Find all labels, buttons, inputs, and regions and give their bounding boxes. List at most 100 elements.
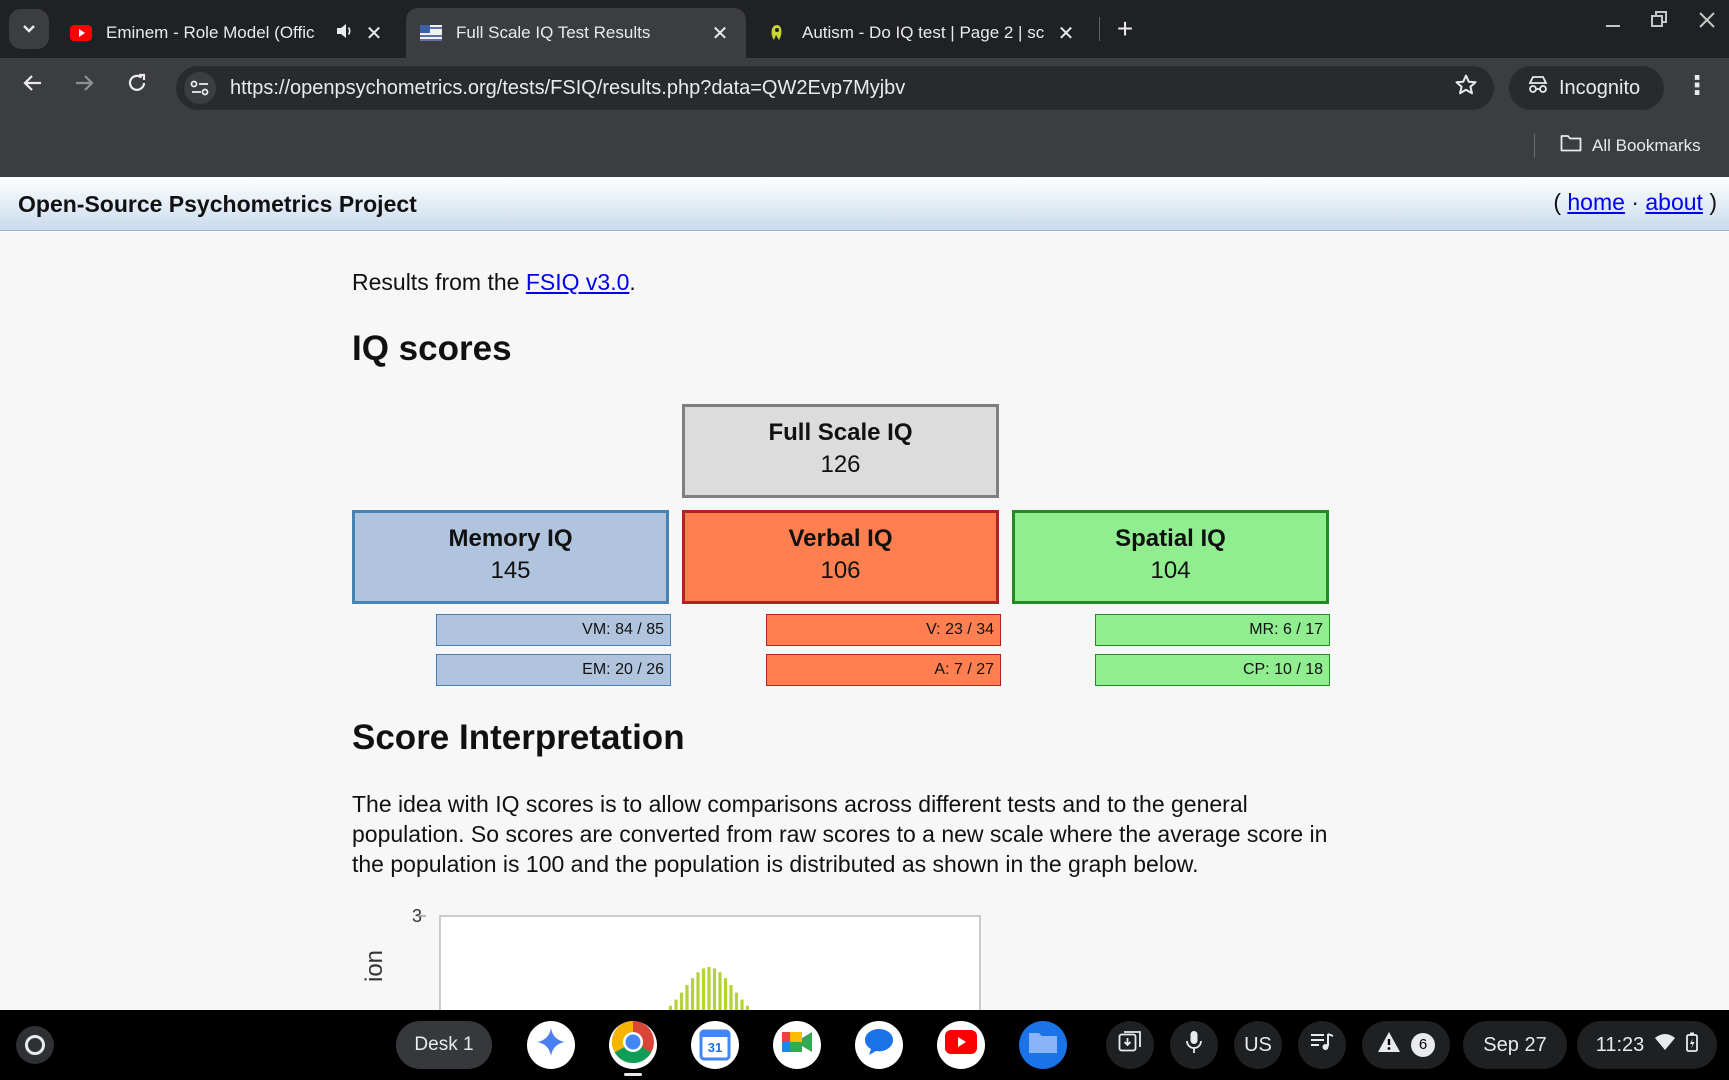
date-button[interactable]: Sep 27 <box>1463 1021 1567 1069</box>
iq-distribution-chart: 3 ion <box>361 906 981 1010</box>
distribution-bar <box>712 968 717 1010</box>
bookmarks-divider <box>1534 134 1535 158</box>
tab-fsiq-results[interactable]: Full Scale IQ Test Results ✕ <box>406 8 746 58</box>
distribution-bar <box>723 978 728 1010</box>
results-intro: Results from the FSIQ v3.0. <box>352 269 636 296</box>
holding-space-icon <box>1118 1031 1142 1059</box>
distribution-bar <box>718 972 722 1010</box>
subscore-em: EM: 20 / 26 <box>436 654 671 686</box>
status-area[interactable]: 11:23 <box>1577 1021 1717 1069</box>
score-name: Full Scale IQ <box>768 419 913 446</box>
intro-suffix: . <box>629 269 636 295</box>
clock-time: 11:23 <box>1595 1033 1645 1056</box>
forum-icon <box>766 22 788 44</box>
launcher-button[interactable] <box>16 1026 54 1064</box>
media-controls-button[interactable] <box>1298 1021 1346 1069</box>
distribution-bar <box>734 992 739 1010</box>
minimize-icon[interactable] <box>1598 10 1628 36</box>
home-link[interactable]: home <box>1567 189 1625 215</box>
subscore-mr: MR: 6 / 17 <box>1095 614 1330 646</box>
full-scale-iq-box: Full Scale IQ 126 <box>682 404 999 498</box>
distribution-bar <box>685 985 689 1010</box>
incognito-button[interactable]: Incognito <box>1509 66 1664 110</box>
paren-close: ) <box>1709 189 1717 215</box>
playlist-music-icon <box>1310 1032 1334 1058</box>
distribution-bar <box>729 985 733 1010</box>
meet-app[interactable] <box>773 1021 821 1069</box>
arrow-right-icon <box>76 75 94 91</box>
youtube-app[interactable] <box>937 1021 985 1069</box>
gemini-icon <box>536 1027 566 1063</box>
folder-icon <box>1560 134 1582 157</box>
fsiq-link[interactable]: FSIQ v3.0 <box>526 269 630 295</box>
url-text[interactable]: https://openpsychometrics.org/tests/FSIQ… <box>230 77 905 100</box>
tab-eminem[interactable]: Eminem - Role Model (Offic ✕ <box>56 8 400 58</box>
gemini-app[interactable] <box>527 1021 575 1069</box>
site-title: Open-Source Psychometrics Project <box>18 191 417 217</box>
distribution-bar <box>696 972 700 1010</box>
site-info-icon[interactable] <box>184 72 216 104</box>
bookmarks-bar: All Bookmarks <box>0 116 1729 177</box>
link-separator: · <box>1631 189 1639 215</box>
screenshot-tray-button[interactable] <box>1106 1021 1154 1069</box>
close-tab-icon[interactable]: ✕ <box>1054 21 1078 46</box>
chrome-app[interactable] <box>609 1021 657 1069</box>
back-button[interactable] <box>17 71 49 103</box>
iq-scores-heading: IQ scores <box>352 329 512 368</box>
tab-autism-forum[interactable]: Autism - Do IQ test | Page 2 | sc ✕ <box>752 8 1092 58</box>
subscore-v: V: 23 / 34 <box>766 614 1001 646</box>
messages-app[interactable] <box>855 1021 903 1069</box>
calendar-app[interactable]: 31 <box>691 1021 739 1069</box>
menu-kebab-icon[interactable]: ⋮ <box>1684 70 1710 101</box>
desk-button[interactable]: Desk 1 <box>396 1021 492 1069</box>
tab-separator <box>1099 17 1100 41</box>
reload-button[interactable] <box>121 71 153 103</box>
distribution-bar <box>740 999 744 1010</box>
all-bookmarks-button[interactable]: All Bookmarks <box>1560 134 1701 157</box>
close-tab-icon[interactable]: ✕ <box>362 21 386 46</box>
score-value: 104 <box>1150 557 1191 584</box>
new-tab-button[interactable]: + <box>1112 13 1138 45</box>
score-name: Spatial IQ <box>1115 525 1226 552</box>
flag-icon <box>420 22 442 44</box>
subscore-vm: VM: 84 / 85 <box>436 614 671 646</box>
distribution-bar <box>674 999 678 1010</box>
notification-count: 6 <box>1411 1033 1435 1057</box>
distribution-bar <box>701 968 706 1010</box>
tab-search-button[interactable] <box>9 9 49 49</box>
address-bar[interactable]: https://openpsychometrics.org/tests/FSIQ… <box>176 66 1494 110</box>
dictation-button[interactable] <box>1170 1021 1218 1069</box>
distribution-bar <box>679 992 684 1010</box>
score-value: 126 <box>820 451 861 478</box>
calendar-icon: 31 <box>699 1029 731 1061</box>
tab-title: Eminem - Role Model (Offic <box>106 23 315 42</box>
close-tab-icon[interactable]: ✕ <box>708 21 732 46</box>
speaker-icon[interactable] <box>336 23 354 44</box>
intro-prefix: Results from the <box>352 269 526 295</box>
notification-center-button[interactable]: 6 <box>1362 1021 1450 1069</box>
score-value: 145 <box>490 557 531 584</box>
reload-icon <box>128 73 146 91</box>
distribution-bar <box>690 978 695 1010</box>
tab-title: Autism - Do IQ test | Page 2 | sc <box>802 23 1045 42</box>
chrome-icon <box>611 1020 655 1070</box>
bookmark-star-icon[interactable] <box>1454 73 1478 104</box>
tab-strip: Eminem - Role Model (Offic ✕ Full Scale … <box>0 0 1729 58</box>
files-app[interactable] <box>1019 1021 1067 1069</box>
chrome-running-indicator <box>624 1073 642 1076</box>
paren-open: ( <box>1553 189 1561 215</box>
battery-icon <box>1686 1032 1699 1058</box>
restore-icon[interactable] <box>1644 10 1674 36</box>
launcher-icon <box>25 1035 45 1055</box>
distribution-bar <box>707 967 711 1010</box>
warning-icon <box>1377 1031 1401 1059</box>
ime-button[interactable]: US <box>1234 1021 1282 1069</box>
forward-button[interactable] <box>68 71 100 103</box>
close-window-icon[interactable] <box>1692 10 1722 36</box>
site-header: Open-Source Psychometrics Project ( home… <box>0 177 1729 231</box>
spatial-iq-box: Spatial IQ 104 <box>1012 510 1329 604</box>
about-link[interactable]: about <box>1645 189 1703 215</box>
wifi-icon <box>1654 1033 1676 1057</box>
y-axis-label: ion <box>361 950 388 982</box>
chevron-down-icon <box>22 21 36 37</box>
